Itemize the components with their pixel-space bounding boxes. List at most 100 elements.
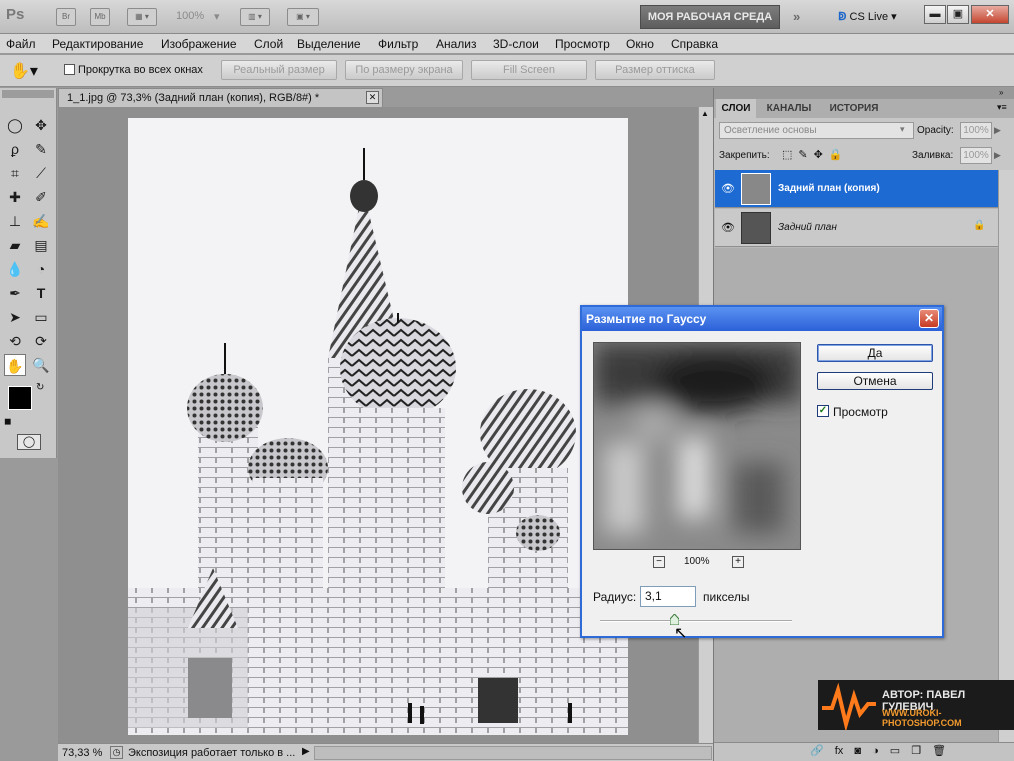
eyedropper-tool-icon[interactable]: ⟋: [30, 162, 52, 184]
gradient-tool-icon[interactable]: ▤: [30, 234, 52, 256]
layer-row[interactable]: 👁 Задний план 🔒: [715, 209, 998, 247]
healing-brush-icon[interactable]: ✚: [4, 186, 26, 208]
status-bar: 73,33 % ◷ Экспозиция работает только в .…: [58, 743, 713, 761]
fill-arrow-icon[interactable]: ▶: [994, 150, 1001, 161]
blend-mode-select[interactable]: Осветление основы: [719, 122, 914, 139]
lasso-tool-icon[interactable]: ϼ: [4, 138, 26, 160]
menu-edit[interactable]: Редактирование: [52, 37, 143, 51]
document-tab-title: 1_1.jpg @ 73,3% (Задний план (копия), RG…: [67, 92, 320, 104]
menu-select[interactable]: Выделение: [297, 37, 361, 51]
type-tool-icon[interactable]: T: [30, 282, 52, 304]
opacity-input[interactable]: 100%: [960, 122, 992, 139]
tab-channels[interactable]: КАНАЛЫ: [758, 99, 820, 118]
scroll-up-icon[interactable]: ▲: [701, 109, 709, 118]
menu-file[interactable]: Файл: [6, 37, 36, 51]
actual-pixels-button[interactable]: Реальный размер: [221, 60, 337, 80]
quick-select-tool-icon[interactable]: ✎: [30, 138, 52, 160]
hand-tool-icon[interactable]: ✋: [4, 354, 26, 376]
collapse-panel-icon[interactable]: »: [999, 88, 1003, 97]
layer-row[interactable]: 👁 Задний план (копия): [715, 170, 998, 208]
arrange-documents-icon[interactable]: ▥ ▾: [240, 8, 270, 26]
close-tab-icon[interactable]: ✕: [366, 91, 379, 104]
history-brush-icon[interactable]: ✍: [30, 210, 52, 232]
visibility-eye-icon[interactable]: 👁: [721, 221, 735, 234]
blur-preview[interactable]: [593, 342, 801, 550]
swap-colors-icon[interactable]: ↻: [36, 382, 44, 393]
screen-mode-icon[interactable]: ▣ ▾: [287, 8, 319, 26]
cancel-button[interactable]: Отмена: [817, 372, 933, 390]
dodge-tool-icon[interactable]: ◔: [30, 258, 52, 280]
print-size-button[interactable]: Размер оттиска: [595, 60, 715, 80]
scroll-all-checkbox[interactable]: [64, 64, 75, 75]
maximize-button[interactable]: ▣: [947, 5, 969, 24]
zoom-readout[interactable]: 73,33 %: [62, 747, 102, 759]
radius-input[interactable]: 3,1: [640, 586, 696, 607]
dialog-close-button[interactable]: ✕: [919, 309, 939, 328]
move-tool-icon[interactable]: ✥: [30, 114, 52, 136]
foreground-color-swatch[interactable]: [8, 386, 32, 410]
marquee-tool-icon[interactable]: ◯: [4, 114, 26, 136]
zoom-dropdown-icon[interactable]: ▾: [214, 10, 220, 23]
layer-name[interactable]: Задний план: [778, 222, 837, 233]
fit-screen-button[interactable]: По размеру экрана: [345, 60, 463, 80]
crop-tool-icon[interactable]: ⌗: [4, 162, 26, 184]
menu-help[interactable]: Справка: [671, 37, 718, 51]
status-text: Экспозиция работает только в ...: [128, 747, 296, 759]
radius-slider-track[interactable]: [600, 620, 792, 622]
shape-tool-icon[interactable]: ▭: [30, 306, 52, 328]
opacity-arrow-icon[interactable]: ▶: [994, 125, 1001, 136]
minibridge-button[interactable]: Mb: [90, 8, 110, 26]
3d-rotate-tool-icon[interactable]: ⟲: [4, 330, 26, 352]
toolbox-grip[interactable]: [2, 90, 54, 98]
fill-screen-button[interactable]: Fill Screen: [471, 60, 587, 80]
status-menu-icon[interactable]: ◷: [110, 746, 123, 759]
document-tab[interactable]: 1_1.jpg @ 73,3% (Задний план (копия), RG…: [58, 88, 383, 107]
status-arrow-icon[interactable]: ▶: [302, 746, 310, 757]
tab-layers[interactable]: СЛОИ: [716, 99, 756, 118]
menu-image[interactable]: Изображение: [161, 37, 237, 51]
view-extras-icon[interactable]: ▦ ▾: [127, 8, 157, 26]
workspace-more-icon[interactable]: »: [793, 9, 800, 24]
layers-scrollbar[interactable]: [998, 170, 1014, 742]
default-colors-icon[interactable]: ◼: [4, 416, 11, 427]
3d-orbit-tool-icon[interactable]: ⟳: [30, 330, 52, 352]
menu-3d[interactable]: 3D-слои: [493, 37, 539, 51]
workspace-button[interactable]: МОЯ РАБОЧАЯ СРЕДА: [640, 5, 780, 29]
blend-dropdown-icon[interactable]: ▾: [900, 124, 905, 135]
blur-tool-icon[interactable]: 💧: [4, 258, 26, 280]
preview-checkbox[interactable]: ✓: [817, 405, 829, 417]
panel-menu-icon[interactable]: ▾≡: [997, 102, 1007, 113]
hand-tool-preset-icon[interactable]: ✋▾: [10, 61, 38, 81]
eraser-tool-icon[interactable]: ▰: [4, 234, 26, 256]
fill-input[interactable]: 100%: [960, 147, 992, 164]
dialog-title-bar[interactable]: Размытие по Гауссу: [582, 307, 942, 331]
bridge-button[interactable]: Br: [56, 8, 76, 26]
minimize-button[interactable]: ▬: [924, 5, 946, 24]
close-button[interactable]: ✕: [971, 5, 1009, 24]
zoom-in-button[interactable]: +: [732, 556, 744, 568]
brush-tool-icon[interactable]: ✐: [30, 186, 52, 208]
menu-layer[interactable]: Слой: [254, 37, 283, 51]
cs-live-button[interactable]: ↁ CS Live ▾: [838, 10, 897, 23]
scroll-all-label: Прокрутка во всех окнах: [78, 64, 203, 76]
menu-analysis[interactable]: Анализ: [436, 37, 477, 51]
pen-tool-icon[interactable]: ✒: [4, 282, 26, 304]
layer-name[interactable]: Задний план (копия): [778, 183, 880, 194]
menu-filter[interactable]: Фильтр: [378, 37, 418, 51]
visibility-eye-icon[interactable]: 👁: [721, 182, 735, 195]
layers-footer-icons[interactable]: 🔗 fx ◙ ◑ ▭ ❐ 🗑: [714, 742, 1014, 761]
clone-stamp-icon[interactable]: ⊥: [4, 210, 26, 232]
menu-view[interactable]: Просмотр: [555, 37, 610, 51]
zoom-out-button[interactable]: −: [653, 556, 665, 568]
panel-header-strip[interactable]: [714, 88, 1014, 99]
zoom-tool-icon[interactable]: 🔍: [30, 354, 52, 376]
path-select-tool-icon[interactable]: ➤: [4, 306, 26, 328]
lock-icons[interactable]: ⬚✎✥🔒: [782, 148, 849, 161]
ok-button[interactable]: Да: [817, 344, 933, 362]
zoom-level[interactable]: 100%: [176, 10, 204, 22]
menu-window[interactable]: Окно: [626, 37, 654, 51]
horizontal-scrollbar[interactable]: [314, 746, 712, 760]
tab-history[interactable]: ИСТОРИЯ: [822, 99, 886, 118]
document-image[interactable]: [128, 118, 628, 735]
quick-mask-icon[interactable]: ◯: [17, 434, 41, 450]
